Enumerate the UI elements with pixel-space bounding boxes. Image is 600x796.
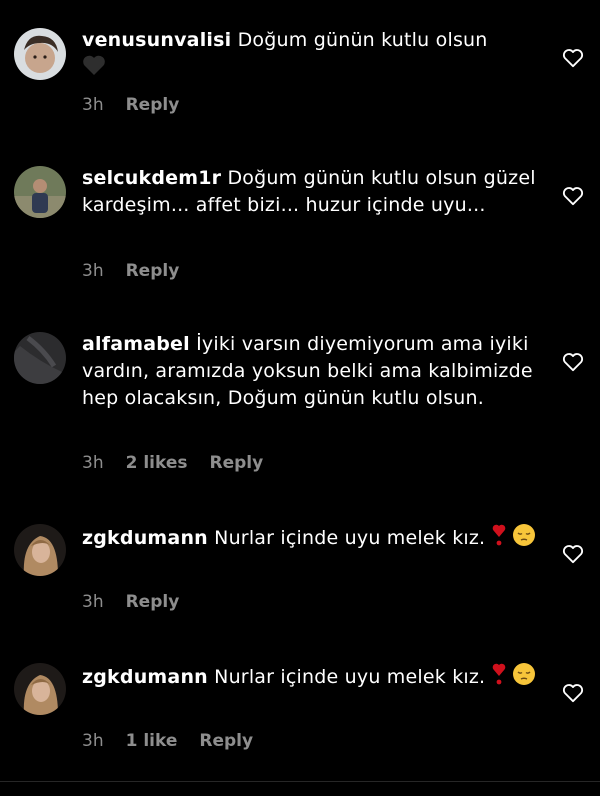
black-heart-icon — [82, 54, 106, 84]
comment-meta: 3h Reply — [82, 95, 179, 115]
like-heart-icon[interactable] — [562, 48, 584, 68]
avatar[interactable] — [14, 332, 66, 384]
like-heart-icon[interactable] — [562, 683, 584, 703]
comment-username[interactable]: alfamabel — [82, 333, 190, 355]
bottom-divider — [0, 781, 600, 782]
comment-time: 3h — [82, 731, 104, 751]
comment-text: selcukdem1r Doğum günün kutlu olsun güze… — [82, 165, 542, 219]
like-heart-icon[interactable] — [562, 544, 584, 564]
comment-body: Doğum günün kutlu olsun — [237, 29, 488, 51]
reply-button[interactable]: Reply — [126, 592, 180, 612]
comment-body: Nurlar içinde uyu melek kız. — [214, 666, 486, 688]
pensive-face-icon — [512, 523, 536, 555]
comment-meta: 3h Reply — [82, 261, 179, 281]
avatar[interactable] — [14, 166, 66, 218]
comment-username[interactable]: venusunvalisi — [82, 29, 231, 51]
comment-text: venusunvalisi Doğum günün kutlu olsun — [82, 27, 542, 84]
comment-meta: 3h 2 likes Reply — [82, 453, 263, 473]
reply-button[interactable]: Reply — [126, 95, 180, 115]
like-heart-icon[interactable] — [562, 352, 584, 372]
comment-time: 3h — [82, 261, 104, 281]
pensive-face-icon — [512, 662, 536, 694]
heart-exclamation-icon — [492, 523, 506, 555]
avatar[interactable] — [14, 28, 66, 80]
comment-meta: 3h Reply — [82, 592, 179, 612]
comment-username[interactable]: selcukdem1r — [82, 167, 221, 189]
comment-text: zgkdumann Nurlar içinde uyu melek kız. — [82, 523, 542, 555]
comment-body: Nurlar içinde uyu melek kız. — [214, 527, 486, 549]
comment-time: 3h — [82, 592, 104, 612]
reply-button[interactable]: Reply — [126, 261, 180, 281]
reply-button[interactable]: Reply — [199, 731, 253, 751]
comment-username[interactable]: zgkdumann — [82, 527, 208, 549]
comment-time: 3h — [82, 95, 104, 115]
comment-username[interactable]: zgkdumann — [82, 666, 208, 688]
likes-count[interactable]: 1 like — [126, 731, 178, 751]
comment-text: zgkdumann Nurlar içinde uyu melek kız. — [82, 662, 542, 694]
comment-text: alfamabel İyiki varsın diyemiyorum ama i… — [82, 331, 542, 412]
heart-exclamation-icon — [492, 662, 506, 694]
like-heart-icon[interactable] — [562, 186, 584, 206]
avatar[interactable] — [14, 524, 66, 576]
avatar[interactable] — [14, 663, 66, 715]
reply-button[interactable]: Reply — [210, 453, 264, 473]
likes-count[interactable]: 2 likes — [126, 453, 188, 473]
comment-meta: 3h 1 like Reply — [82, 731, 253, 751]
comment-time: 3h — [82, 453, 104, 473]
